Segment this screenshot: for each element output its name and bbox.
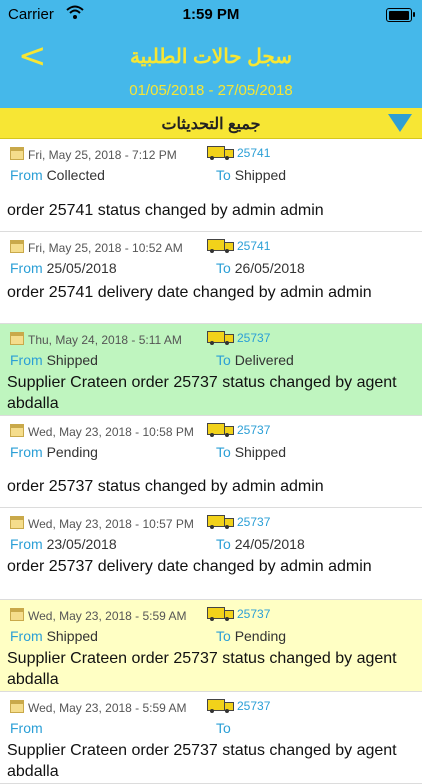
calendar-icon xyxy=(10,424,24,437)
filter-label: جميع التحديثات xyxy=(161,116,261,133)
change-message: order 25741 delivery date changed by adm… xyxy=(7,284,372,301)
dropdown-arrow-icon[interactable] xyxy=(388,114,412,132)
truck-icon xyxy=(207,698,234,713)
clock: 1:59 PM xyxy=(182,6,240,23)
change-message: order 25741 status changed by admin admi… xyxy=(7,202,324,219)
timestamp: Wed, May 23, 2018 - 10:57 PM xyxy=(10,516,194,531)
to-value: To Shipped xyxy=(216,167,287,183)
history-list: Fri, May 25, 2018 - 7:12 PM 25741 From C… xyxy=(0,139,422,784)
timestamp: Fri, May 25, 2018 - 10:52 AM xyxy=(10,240,183,255)
timestamp: Fri, May 25, 2018 - 7:12 PM xyxy=(10,147,177,162)
list-item[interactable]: Fri, May 25, 2018 - 7:12 PM 25741 From C… xyxy=(0,139,422,232)
calendar-icon xyxy=(10,147,24,160)
nav-bar: < سجل حالات الطلبية 01/05/2018 - 27/05/2… xyxy=(0,30,422,108)
timestamp: Wed, May 23, 2018 - 5:59 AM xyxy=(10,608,187,623)
from-value: From 25/05/2018 xyxy=(10,260,117,276)
order-number: 25737 xyxy=(207,514,270,529)
calendar-icon xyxy=(10,608,24,621)
change-message: Supplier Crateen order 25737 status chan… xyxy=(7,374,397,412)
calendar-icon xyxy=(10,516,24,529)
timestamp: Wed, May 23, 2018 - 10:58 PM xyxy=(10,424,194,439)
list-item[interactable]: Wed, May 23, 2018 - 10:57 PM 25737 From … xyxy=(0,508,422,600)
change-message: Supplier Crateen order 25737 status chan… xyxy=(7,742,397,780)
truck-icon xyxy=(207,238,234,253)
from-value: From Collected xyxy=(10,167,105,183)
truck-icon xyxy=(207,514,234,529)
change-message: order 25737 status changed by admin admi… xyxy=(7,478,324,495)
to-value: To 26/05/2018 xyxy=(216,260,305,276)
change-message: order 25737 delivery date changed by adm… xyxy=(7,558,372,575)
from-value: From xyxy=(10,720,43,736)
timestamp: Wed, May 23, 2018 - 5:59 AM xyxy=(10,700,187,715)
to-value: To Shipped xyxy=(216,444,287,460)
calendar-icon xyxy=(10,700,24,713)
calendar-icon xyxy=(10,240,24,253)
order-number: 25737 xyxy=(207,698,270,713)
truck-icon xyxy=(207,422,234,437)
order-number: 25741 xyxy=(207,238,270,253)
from-value: From Pending xyxy=(10,444,98,460)
order-number: 25741 xyxy=(207,145,270,160)
from-value: From 23/05/2018 xyxy=(10,536,117,552)
timestamp: Thu, May 24, 2018 - 5:11 AM xyxy=(10,332,182,347)
list-item[interactable]: Wed, May 23, 2018 - 5:59 AM 25737 From S… xyxy=(0,600,422,692)
calendar-icon xyxy=(10,332,24,345)
from-value: From Shipped xyxy=(10,628,98,644)
truck-icon xyxy=(207,606,234,621)
list-item[interactable]: Thu, May 24, 2018 - 5:11 AM 25737 From S… xyxy=(0,324,422,416)
truck-icon xyxy=(207,145,234,160)
date-range[interactable]: 01/05/2018 - 27/05/2018 xyxy=(0,82,422,99)
list-item[interactable]: Fri, May 25, 2018 - 10:52 AM 25741 From … xyxy=(0,232,422,324)
to-value: To 24/05/2018 xyxy=(216,536,305,552)
from-value: From Shipped xyxy=(10,352,98,368)
to-value: To Delivered xyxy=(216,352,294,368)
to-value: To xyxy=(216,720,231,736)
order-number: 25737 xyxy=(207,422,270,437)
change-message: Supplier Crateen order 25737 status chan… xyxy=(7,650,397,688)
battery-icon xyxy=(386,8,415,22)
list-item[interactable]: Wed, May 23, 2018 - 5:59 AM 25737 From T… xyxy=(0,692,422,784)
list-item[interactable]: Wed, May 23, 2018 - 10:58 PM 25737 From … xyxy=(0,416,422,508)
order-number: 25737 xyxy=(207,606,270,621)
truck-icon xyxy=(207,330,234,345)
status-bar: Carrier 1:59 PM xyxy=(0,0,422,30)
order-number: 25737 xyxy=(207,330,270,345)
page-title: سجل حالات الطلبية xyxy=(129,46,293,68)
filter-dropdown[interactable]: جميع التحديثات xyxy=(0,108,422,139)
to-value: To Pending xyxy=(216,628,287,644)
